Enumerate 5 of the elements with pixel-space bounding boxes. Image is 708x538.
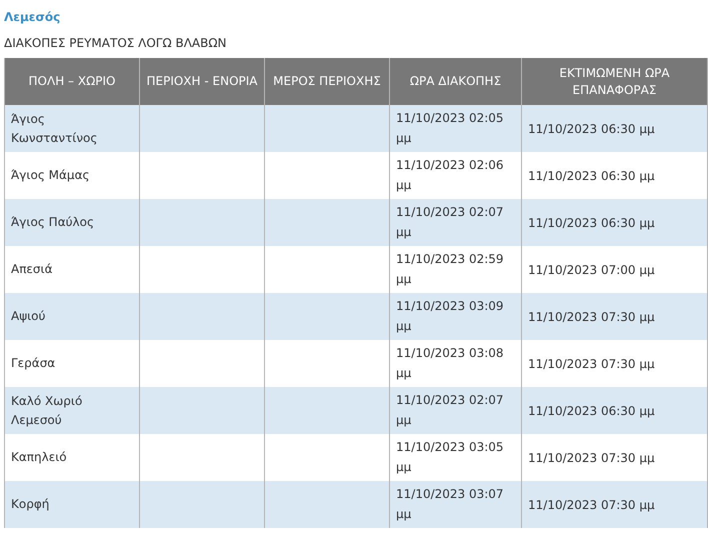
table-cell: 11/10/2023 03:07 μμ <box>390 481 522 528</box>
table-cell: Κορφή <box>4 481 140 528</box>
region-title[interactable]: Λεμεσός <box>4 10 60 24</box>
table-cell: 11/10/2023 07:30 μμ <box>522 481 708 528</box>
page-heading: ΔΙΑΚΟΠΕΣ ΡΕΥΜΑΤΟΣ ΛΟΓΩ ΒΛΑΒΩΝ <box>4 35 227 52</box>
